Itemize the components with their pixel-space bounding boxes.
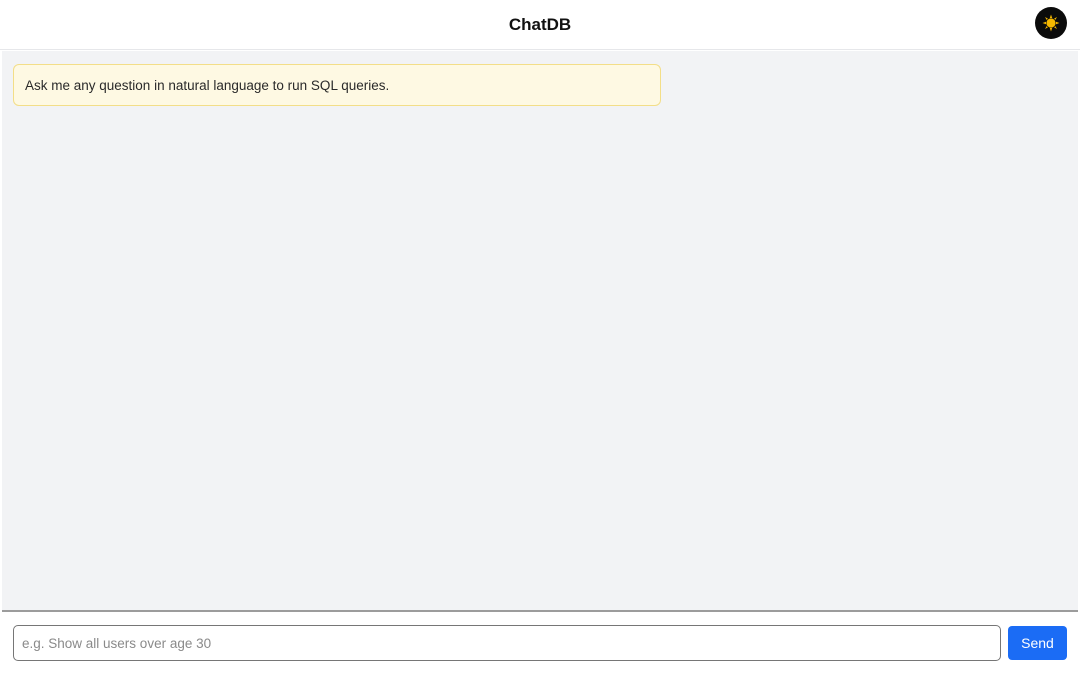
chatdb-app: ChatDB Ask me any question in natural la… bbox=[0, 0, 1080, 674]
sun-icon bbox=[1041, 13, 1061, 33]
system-message: Ask me any question in natural language … bbox=[13, 64, 661, 106]
theme-toggle-button[interactable] bbox=[1035, 7, 1067, 39]
system-message-text: Ask me any question in natural language … bbox=[25, 77, 390, 93]
query-input[interactable] bbox=[13, 625, 1001, 661]
app-title: ChatDB bbox=[508, 15, 572, 34]
chat-messages-area: Ask me any question in natural language … bbox=[2, 51, 1078, 610]
send-button[interactable]: Send bbox=[1008, 626, 1067, 660]
composer-bar: Send bbox=[0, 612, 1080, 674]
app-header: ChatDB bbox=[0, 0, 1080, 50]
